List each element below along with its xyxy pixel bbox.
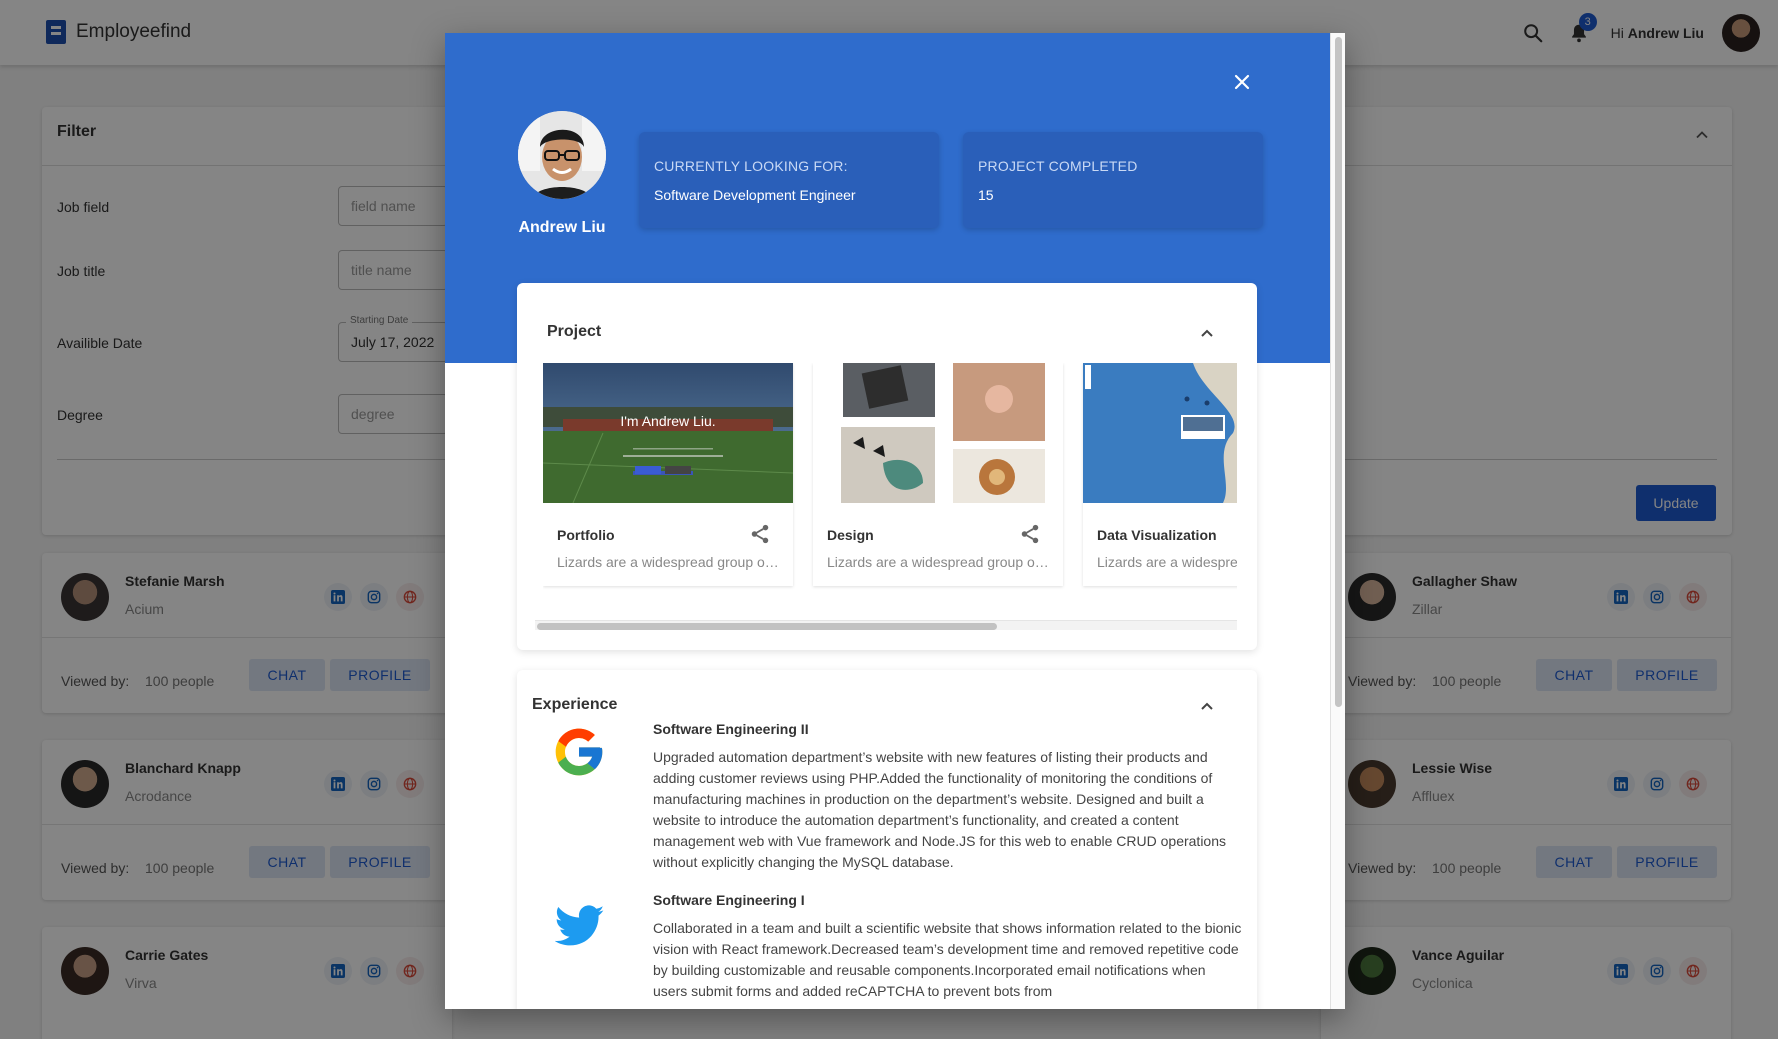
google-icon xyxy=(555,728,603,776)
looking-for-card: CURRENTLY LOOKING FOR: Software Developm… xyxy=(639,132,939,228)
stat-label: CURRENTLY LOOKING FOR: xyxy=(654,158,848,174)
project-name: Data Visualization xyxy=(1097,527,1217,543)
project-thumbnail xyxy=(813,363,1063,503)
project-section: Project I'm Andrew Liu. Portfolio Lizard… xyxy=(517,283,1257,650)
experience-description: Collaborated in a team and built a scien… xyxy=(653,920,1242,999)
share-icon[interactable] xyxy=(749,523,771,545)
experience-title: Software Engineering I xyxy=(653,892,805,908)
stat-value: Software Development Engineer xyxy=(654,187,856,203)
chevron-up-icon[interactable] xyxy=(1195,321,1219,345)
project-name: Design xyxy=(827,527,874,543)
twitter-icon xyxy=(555,905,605,946)
project-thumbnail: I'm Andrew Liu. xyxy=(543,363,793,503)
section-title: Project xyxy=(547,323,602,340)
experience-title: Software Engineering II xyxy=(653,721,809,737)
share-icon[interactable] xyxy=(1019,523,1041,545)
section-title: Experience xyxy=(532,696,618,713)
dialog-scrollbar[interactable] xyxy=(1330,33,1345,1009)
dialog-scrollbar-thumb[interactable] xyxy=(1335,37,1342,707)
project-scrollbar[interactable] xyxy=(535,620,1237,630)
stat-label: PROJECT COMPLETED xyxy=(978,158,1138,174)
profile-photo xyxy=(518,111,606,199)
projects-completed-card: PROJECT COMPLETED 15 xyxy=(963,132,1263,228)
chevron-up-icon[interactable] xyxy=(1195,694,1219,718)
project-description: Lizards are a widespread group of squama… xyxy=(827,554,1049,570)
profile-dialog: Andrew Liu CURRENTLY LOOKING FOR: Softwa… xyxy=(445,33,1345,1009)
project-description: Lizards are a widespread group of squama… xyxy=(557,554,779,570)
project-description: Lizards are a widespread group of squama… xyxy=(1097,554,1237,570)
project-thumbnail xyxy=(1083,363,1237,503)
project-card-design[interactable]: Design Lizards are a widespread group of… xyxy=(813,363,1063,586)
project-card-portfolio[interactable]: I'm Andrew Liu. Portfolio Lizards are a … xyxy=(543,363,793,586)
project-card-data-visualization[interactable]: Data Visualization Lizards are a widespr… xyxy=(1083,363,1237,586)
project-name: Portfolio xyxy=(557,527,615,543)
experience-description: Upgraded automation department’s website… xyxy=(653,749,1226,870)
experience-section: Experience Software Engineering II Upgra… xyxy=(517,670,1257,1009)
close-icon[interactable] xyxy=(1230,70,1254,94)
profile-photo-image xyxy=(518,111,606,199)
stat-value: 15 xyxy=(978,187,994,203)
project-scrollbar-thumb[interactable] xyxy=(537,623,997,630)
project-carousel[interactable]: I'm Andrew Liu. Portfolio Lizards are a … xyxy=(543,363,1237,608)
profile-name: Andrew Liu xyxy=(518,219,606,236)
portfolio-image-caption: I'm Andrew Liu. xyxy=(620,413,716,429)
